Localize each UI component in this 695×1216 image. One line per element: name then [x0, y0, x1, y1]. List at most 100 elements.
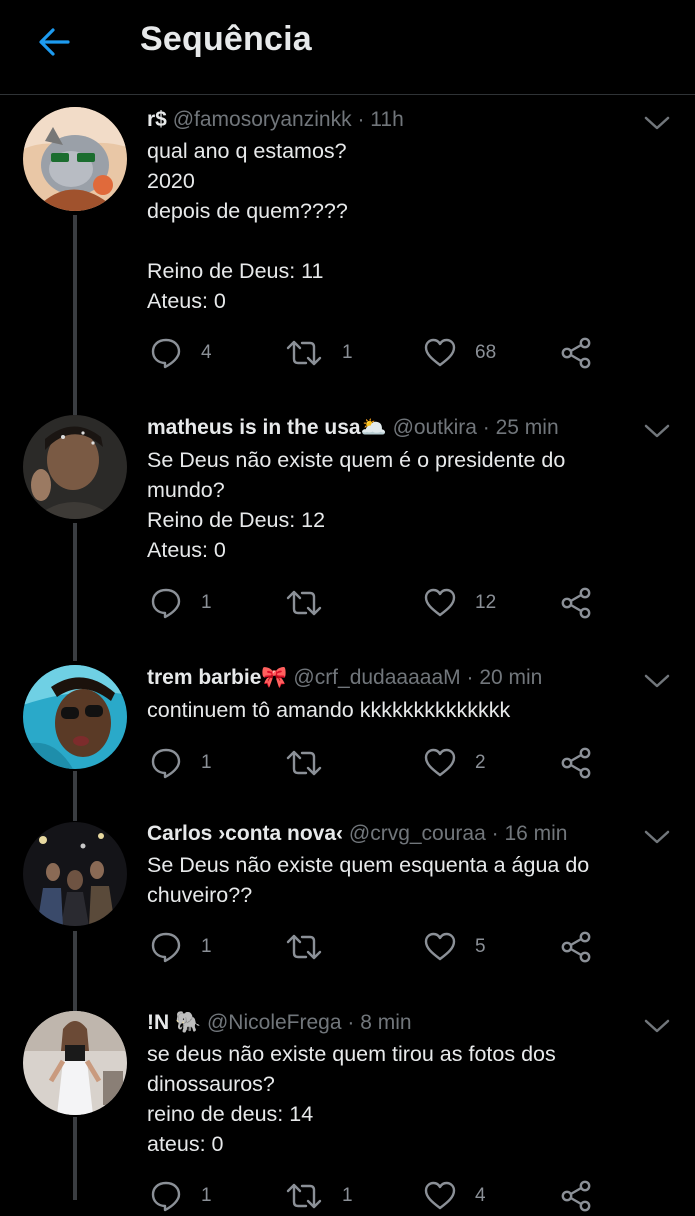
like-count: 2 [475, 752, 486, 773]
timestamp[interactable]: 20 min [479, 666, 542, 689]
page-title: Sequência [140, 20, 312, 58]
share-icon [561, 747, 591, 779]
timestamp[interactable]: 16 min [504, 822, 567, 845]
reply-button[interactable]: 1 [149, 743, 212, 783]
reply-count: 1 [201, 752, 212, 773]
action-bar: 1 12 [147, 583, 607, 623]
separator-dot: · [491, 822, 505, 845]
tweet[interactable]: matheus is in the usa🌥️ @outkira · 25 mi… [0, 415, 695, 645]
heart-icon [424, 748, 456, 777]
handle[interactable]: @crf_dudaaaaaM [293, 666, 460, 689]
heart-icon [424, 1181, 456, 1210]
share-button[interactable] [559, 333, 593, 373]
retweet-icon [286, 590, 322, 616]
retweet-count: 1 [342, 342, 353, 363]
top-bar: Sequência [0, 0, 695, 95]
handle[interactable]: @NicoleFrega [207, 1011, 342, 1034]
tweet-text: se deus não existe quem tirou as fotos d… [147, 1042, 556, 1156]
share-button[interactable] [559, 927, 593, 967]
reply-count: 1 [201, 1185, 212, 1206]
retweet-icon [286, 340, 322, 366]
retweet-button[interactable] [284, 927, 342, 967]
avatar[interactable] [23, 1011, 127, 1115]
like-button[interactable]: 12 [423, 583, 496, 623]
tweet[interactable]: r$ @famosoryanzinkk · 11h qual ano q est… [0, 107, 695, 397]
share-icon [561, 337, 591, 369]
timestamp[interactable]: 25 min [496, 416, 559, 439]
share-icon [561, 931, 591, 963]
chevron-down-icon[interactable] [642, 1014, 672, 1036]
share-icon [561, 1180, 591, 1212]
reply-button[interactable]: 1 [149, 583, 212, 623]
reply-button[interactable]: 1 [149, 927, 212, 967]
retweet-count: 1 [342, 1185, 353, 1206]
like-count: 12 [475, 592, 497, 613]
display-name[interactable]: Carlos ›conta nova‹ [147, 822, 343, 845]
reply-icon [151, 748, 181, 779]
avatar[interactable] [23, 415, 127, 519]
tweet-header: matheus is in the usa🌥️ @outkira · 25 mi… [147, 415, 627, 441]
action-bar: 1 2 [147, 743, 607, 783]
reply-button[interactable]: 1 [149, 1176, 212, 1216]
display-name[interactable]: matheus is in the usa🌥️ [147, 416, 387, 439]
tweet[interactable]: !N 🐘 @NicoleFrega · 8 min se deus não ex… [0, 1010, 695, 1212]
heart-icon [424, 932, 456, 961]
retweet-icon [286, 934, 322, 960]
reply-count: 1 [201, 592, 212, 613]
like-button[interactable]: 68 [423, 333, 496, 373]
like-button[interactable]: 5 [423, 927, 486, 967]
timestamp[interactable]: 11h [370, 108, 403, 131]
separator-dot: · [347, 1011, 361, 1034]
share-icon [561, 587, 591, 619]
avatar[interactable] [23, 822, 127, 926]
display-name[interactable]: r$ [147, 108, 167, 131]
display-name[interactable]: trem barbie🎀 [147, 666, 288, 689]
tweet-text: Se Deus não existe quem é o presidente d… [147, 448, 566, 562]
share-button[interactable] [559, 743, 593, 783]
arrow-left-icon [39, 28, 70, 56]
like-button[interactable]: 2 [423, 743, 486, 783]
reply-button[interactable]: 4 [149, 333, 212, 373]
tweet-header: r$ @famosoryanzinkk · 11h [147, 107, 627, 133]
retweet-button[interactable]: 1 [284, 333, 353, 373]
action-bar: 1 5 [147, 927, 607, 967]
tweet-header: Carlos ›conta nova‹ @crvg_couraa · 16 mi… [147, 821, 627, 847]
retweet-button[interactable] [284, 583, 342, 623]
share-button[interactable] [559, 1176, 593, 1216]
heart-icon [424, 588, 456, 617]
reply-icon [151, 932, 181, 963]
avatar[interactable] [23, 107, 127, 211]
chevron-down-icon[interactable] [642, 419, 672, 441]
like-button[interactable]: 4 [423, 1176, 486, 1216]
reply-icon [151, 588, 181, 619]
share-button[interactable] [559, 583, 593, 623]
chevron-down-icon[interactable] [642, 669, 672, 691]
like-count: 5 [475, 936, 486, 957]
timestamp[interactable]: 8 min [360, 1011, 411, 1034]
handle[interactable]: @famosoryanzinkk [173, 108, 352, 131]
retweet-button[interactable]: 1 [284, 1176, 353, 1216]
handle[interactable]: @outkira [393, 416, 477, 439]
like-count: 68 [475, 342, 497, 363]
display-name[interactable]: !N 🐘 [147, 1011, 201, 1034]
reply-icon [151, 338, 181, 369]
retweet-icon [286, 1183, 322, 1209]
retweet-icon [286, 750, 322, 776]
chevron-down-icon[interactable] [642, 111, 672, 133]
back-button[interactable] [30, 22, 78, 62]
avatar[interactable] [23, 665, 127, 769]
retweet-button[interactable] [284, 743, 342, 783]
tweet[interactable]: Carlos ›conta nova‹ @crvg_couraa · 16 mi… [0, 821, 695, 981]
action-bar: 4 1 68 [147, 333, 607, 373]
heart-icon [424, 338, 456, 367]
handle[interactable]: @crvg_couraa [349, 822, 486, 845]
separator-dot: · [466, 666, 480, 689]
tweet-header: !N 🐘 @NicoleFrega · 8 min [147, 1010, 627, 1036]
tweet[interactable]: trem barbie🎀 @crf_dudaaaaaM · 20 min con… [0, 665, 695, 795]
separator-dot: · [357, 108, 371, 131]
tweet-text: continuem tô amando kkkkkkkkkkkkkk [147, 698, 511, 722]
reply-icon [151, 1181, 181, 1212]
separator-dot: · [482, 416, 496, 439]
reply-count: 4 [201, 342, 212, 363]
chevron-down-icon[interactable] [642, 825, 672, 847]
